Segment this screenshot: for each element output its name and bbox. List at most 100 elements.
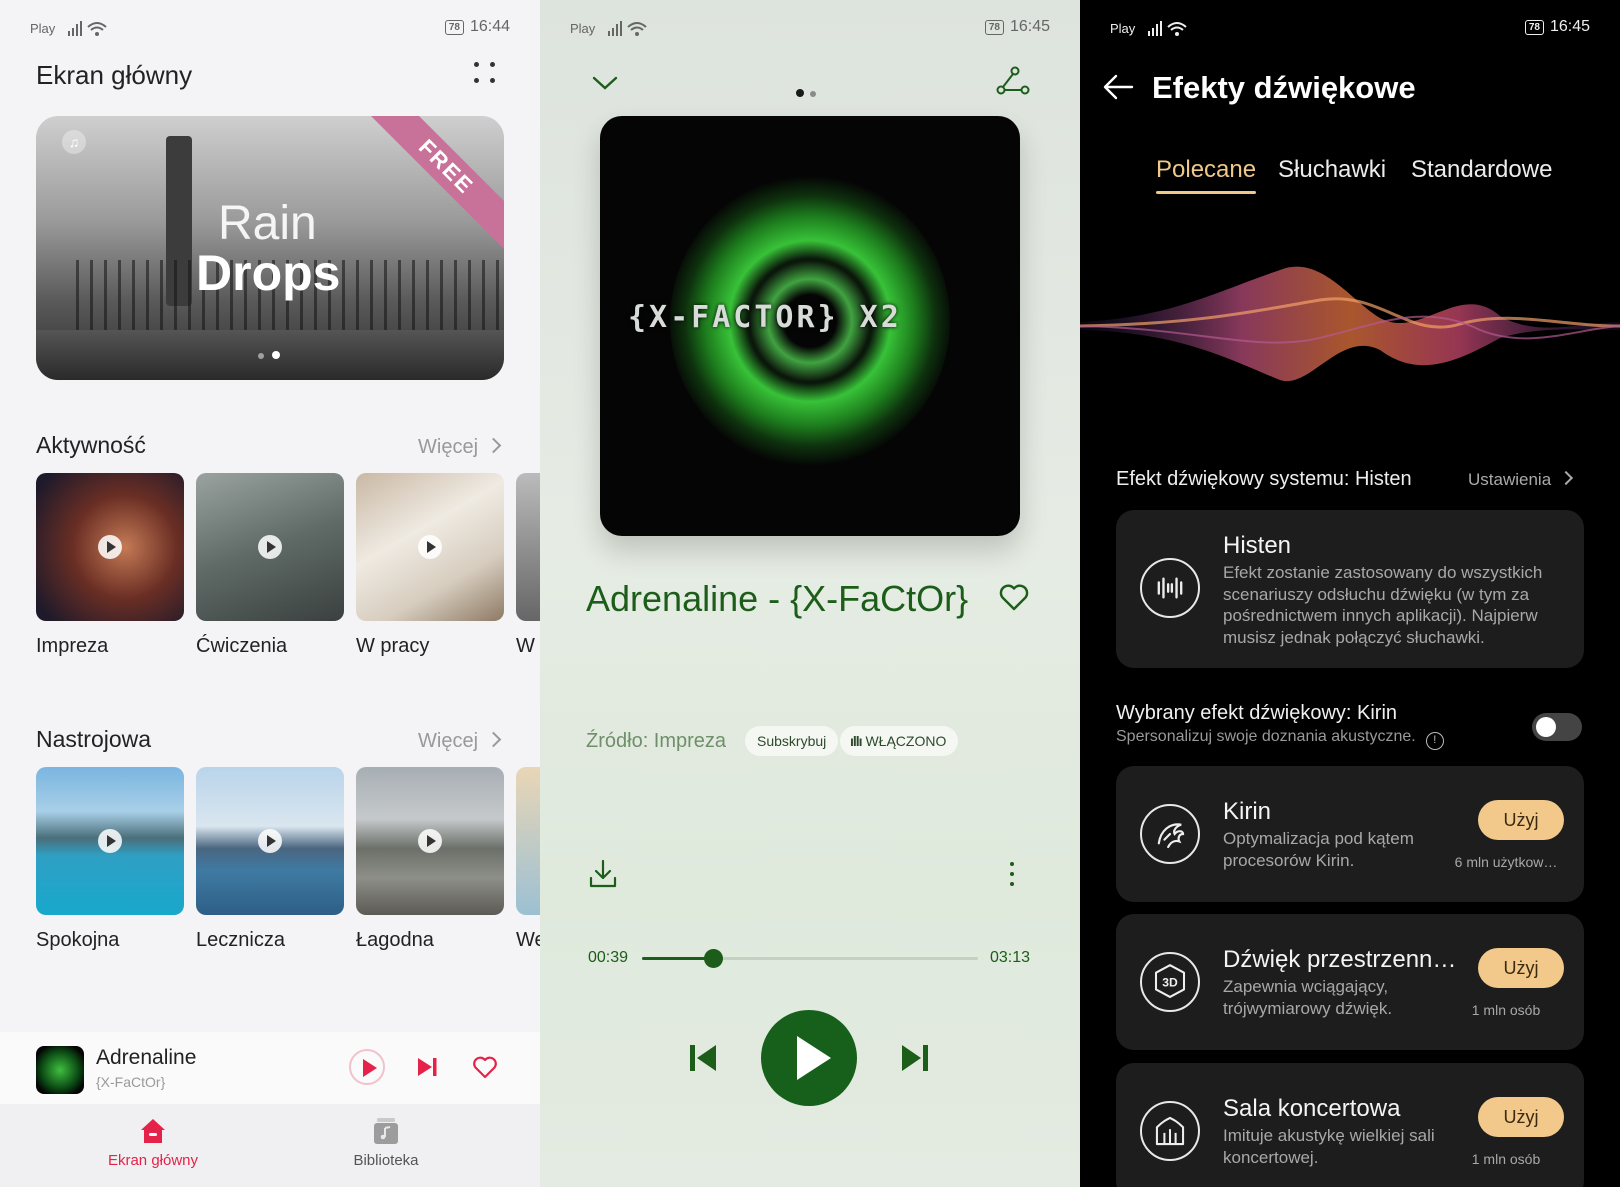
tab-library[interactable]: Biblioteka <box>316 1116 456 1169</box>
next-track-icon[interactable] <box>416 1056 438 1078</box>
mini-play-button[interactable] <box>349 1049 385 1085</box>
section-more-link[interactable]: Więcej <box>418 436 499 459</box>
banner-title-line1: Rain <box>218 197 317 250</box>
banner-title-line2: Drops <box>196 245 341 301</box>
battery-icon: 78 <box>1524 19 1544 35</box>
section-more-link[interactable]: Więcej <box>418 730 499 753</box>
effect-card-kirin[interactable]: Kirin Optymalizacja pod kątem procesorów… <box>1116 766 1584 902</box>
playlist-label: Lecznicza <box>196 929 285 951</box>
playlist-thumbnail <box>196 473 344 621</box>
settings-link[interactable]: Ustawienia <box>1468 470 1571 490</box>
tab-home[interactable]: Ekran główny <box>83 1116 223 1169</box>
playlist-card[interactable]: Łagodna <box>356 767 504 952</box>
playlist-card[interactable]: Impreza <box>36 473 184 658</box>
playlist-card[interactable]: Ćwiczenia <box>196 473 344 658</box>
waveform-icon: ıllı <box>850 733 863 749</box>
playlist-card[interactable]: W pracy <box>356 473 504 658</box>
heart-icon[interactable] <box>472 1054 498 1080</box>
selected-effect-subtitle: Spersonalizuj swoje doznania akustyczne.… <box>1116 728 1444 750</box>
svg-text:3D: 3D <box>1162 976 1178 990</box>
signal-wifi-icon <box>1148 21 1187 36</box>
playlist-label: Łagodna <box>356 929 434 951</box>
seek-bar-fill <box>642 957 713 960</box>
use-button[interactable]: Użyj <box>1478 800 1564 840</box>
playlist-card[interactable]: Spokojna <box>36 767 184 952</box>
heart-icon[interactable] <box>998 582 1030 612</box>
more-vertical-icon[interactable] <box>1010 862 1016 888</box>
use-button[interactable]: Użyj <box>1478 1097 1564 1137</box>
player-pager <box>796 84 822 102</box>
back-arrow-icon[interactable] <box>1102 72 1136 102</box>
info-icon[interactable]: ! <box>1425 732 1444 750</box>
now-playing-screen: Play 78 16:45 {X-FACTOR} X2 Adrenaline -… <box>540 0 1080 1187</box>
more-options-icon[interactable] <box>474 62 498 88</box>
effect-name: Histen <box>1223 532 1292 559</box>
mood-row: Spokojna Lecznicza Łagodna We <box>36 767 540 952</box>
playlist-card[interactable]: W <box>516 473 540 658</box>
effect-description: Zapewnia wciągający, trójwymiarowy dźwię… <box>1223 977 1393 1018</box>
song-title: Adrenaline - {X-FaCtOr} <box>586 578 969 619</box>
page-title: Efekty dźwiękowe <box>1152 70 1416 105</box>
chevron-down-icon[interactable] <box>592 74 618 92</box>
effect-toggle-switch[interactable] <box>1532 713 1582 741</box>
clock: 16:45 <box>1009 18 1050 35</box>
mini-track-title: Adrenaline <box>96 1046 197 1069</box>
play-icon <box>418 829 442 853</box>
featured-banner[interactable]: ♫ Rain Drops FREE <box>36 116 504 380</box>
histen-card[interactable]: Histen Efekt zostanie zastosowany do wsz… <box>1116 510 1584 668</box>
effects-tabs: Polecane Słuchawki Standardowe <box>1080 156 1620 196</box>
battery-icon: 78 <box>984 19 1004 35</box>
playlist-thumbnail <box>516 473 540 621</box>
playlist-label: Spokojna <box>36 929 120 951</box>
3d-audio-icon: 3D <box>1140 952 1200 1012</box>
sound-wave-graphic <box>1080 266 1620 382</box>
status-right: 78 16:44 <box>444 18 510 36</box>
tab-standard[interactable]: Standardowe <box>1411 156 1552 184</box>
home-icon <box>141 1119 165 1143</box>
playlist-thumbnail <box>196 767 344 915</box>
playlist-card[interactable]: Lecznicza <box>196 767 344 952</box>
bottom-tab-bar: Ekran główny Biblioteka <box>0 1104 540 1187</box>
share-icon[interactable] <box>996 66 1030 96</box>
section-title-mood: Nastrojowa <box>36 726 152 752</box>
seek-bar[interactable] <box>642 949 978 968</box>
mini-track-artist: {X-FaCtOr} <box>96 1074 166 1090</box>
playlist-label: Ćwiczenia <box>196 635 288 657</box>
mini-player[interactable]: Adrenaline {X-FaCtOr} <box>0 1032 540 1104</box>
subscribe-button[interactable]: Subskrybuj <box>745 726 839 756</box>
enabled-badge[interactable]: ıllı WŁĄCZONO <box>840 726 959 756</box>
status-right: 78 16:45 <box>984 18 1050 36</box>
status-bar: Play 78 16:45 <box>570 18 1050 40</box>
effect-card-spatial[interactable]: 3D Dźwięk przestrzenn… Zapewnia wciągają… <box>1116 914 1584 1050</box>
download-icon[interactable] <box>588 858 618 890</box>
playlist-thumbnail <box>36 473 184 621</box>
effect-description: Imituje akustykę wielkiej sali koncertow… <box>1223 1126 1435 1167</box>
effect-card-concert-hall[interactable]: Sala koncertowa Imituje akustykę wielkie… <box>1116 1063 1584 1187</box>
playlist-thumbnail <box>516 767 540 915</box>
users-count: 1 mln osób <box>1471 1002 1541 1018</box>
library-icon <box>374 1118 398 1144</box>
tab-recommended[interactable]: Polecane <box>1156 156 1257 194</box>
seek-bar-thumb[interactable] <box>703 949 723 968</box>
playlist-label: W pracy <box>356 635 430 657</box>
tab-library-label: Biblioteka <box>353 1152 419 1169</box>
effect-name: Sala koncertowa <box>1223 1095 1401 1122</box>
playlist-label: We <box>516 929 540 951</box>
enabled-label: WŁĄCZONO <box>865 733 947 749</box>
play-icon <box>98 829 122 853</box>
effect-name: Kirin <box>1223 798 1272 825</box>
next-track-icon[interactable] <box>900 1042 930 1074</box>
use-button[interactable]: Użyj <box>1478 948 1564 988</box>
play-button[interactable] <box>761 1010 857 1106</box>
playlist-card[interactable]: We <box>516 767 540 952</box>
effect-name: Dźwięk przestrzenn… <box>1223 946 1457 973</box>
section-title-activity: Aktywność <box>36 432 146 458</box>
previous-track-icon[interactable] <box>688 1042 718 1074</box>
effect-description: Efekt zostanie zastosowany do wszystkich… <box>1223 563 1543 647</box>
tab-headphones[interactable]: Słuchawki <box>1278 156 1386 184</box>
effect-description: Optymalizacja pod kątem procesorów Kirin… <box>1223 829 1414 870</box>
activity-row: Impreza Ćwiczenia W pracy W <box>36 473 540 658</box>
source-label[interactable]: Źródło: Impreza <box>586 730 726 753</box>
status-bar: Play 78 16:44 <box>30 18 510 40</box>
play-icon <box>418 535 442 559</box>
